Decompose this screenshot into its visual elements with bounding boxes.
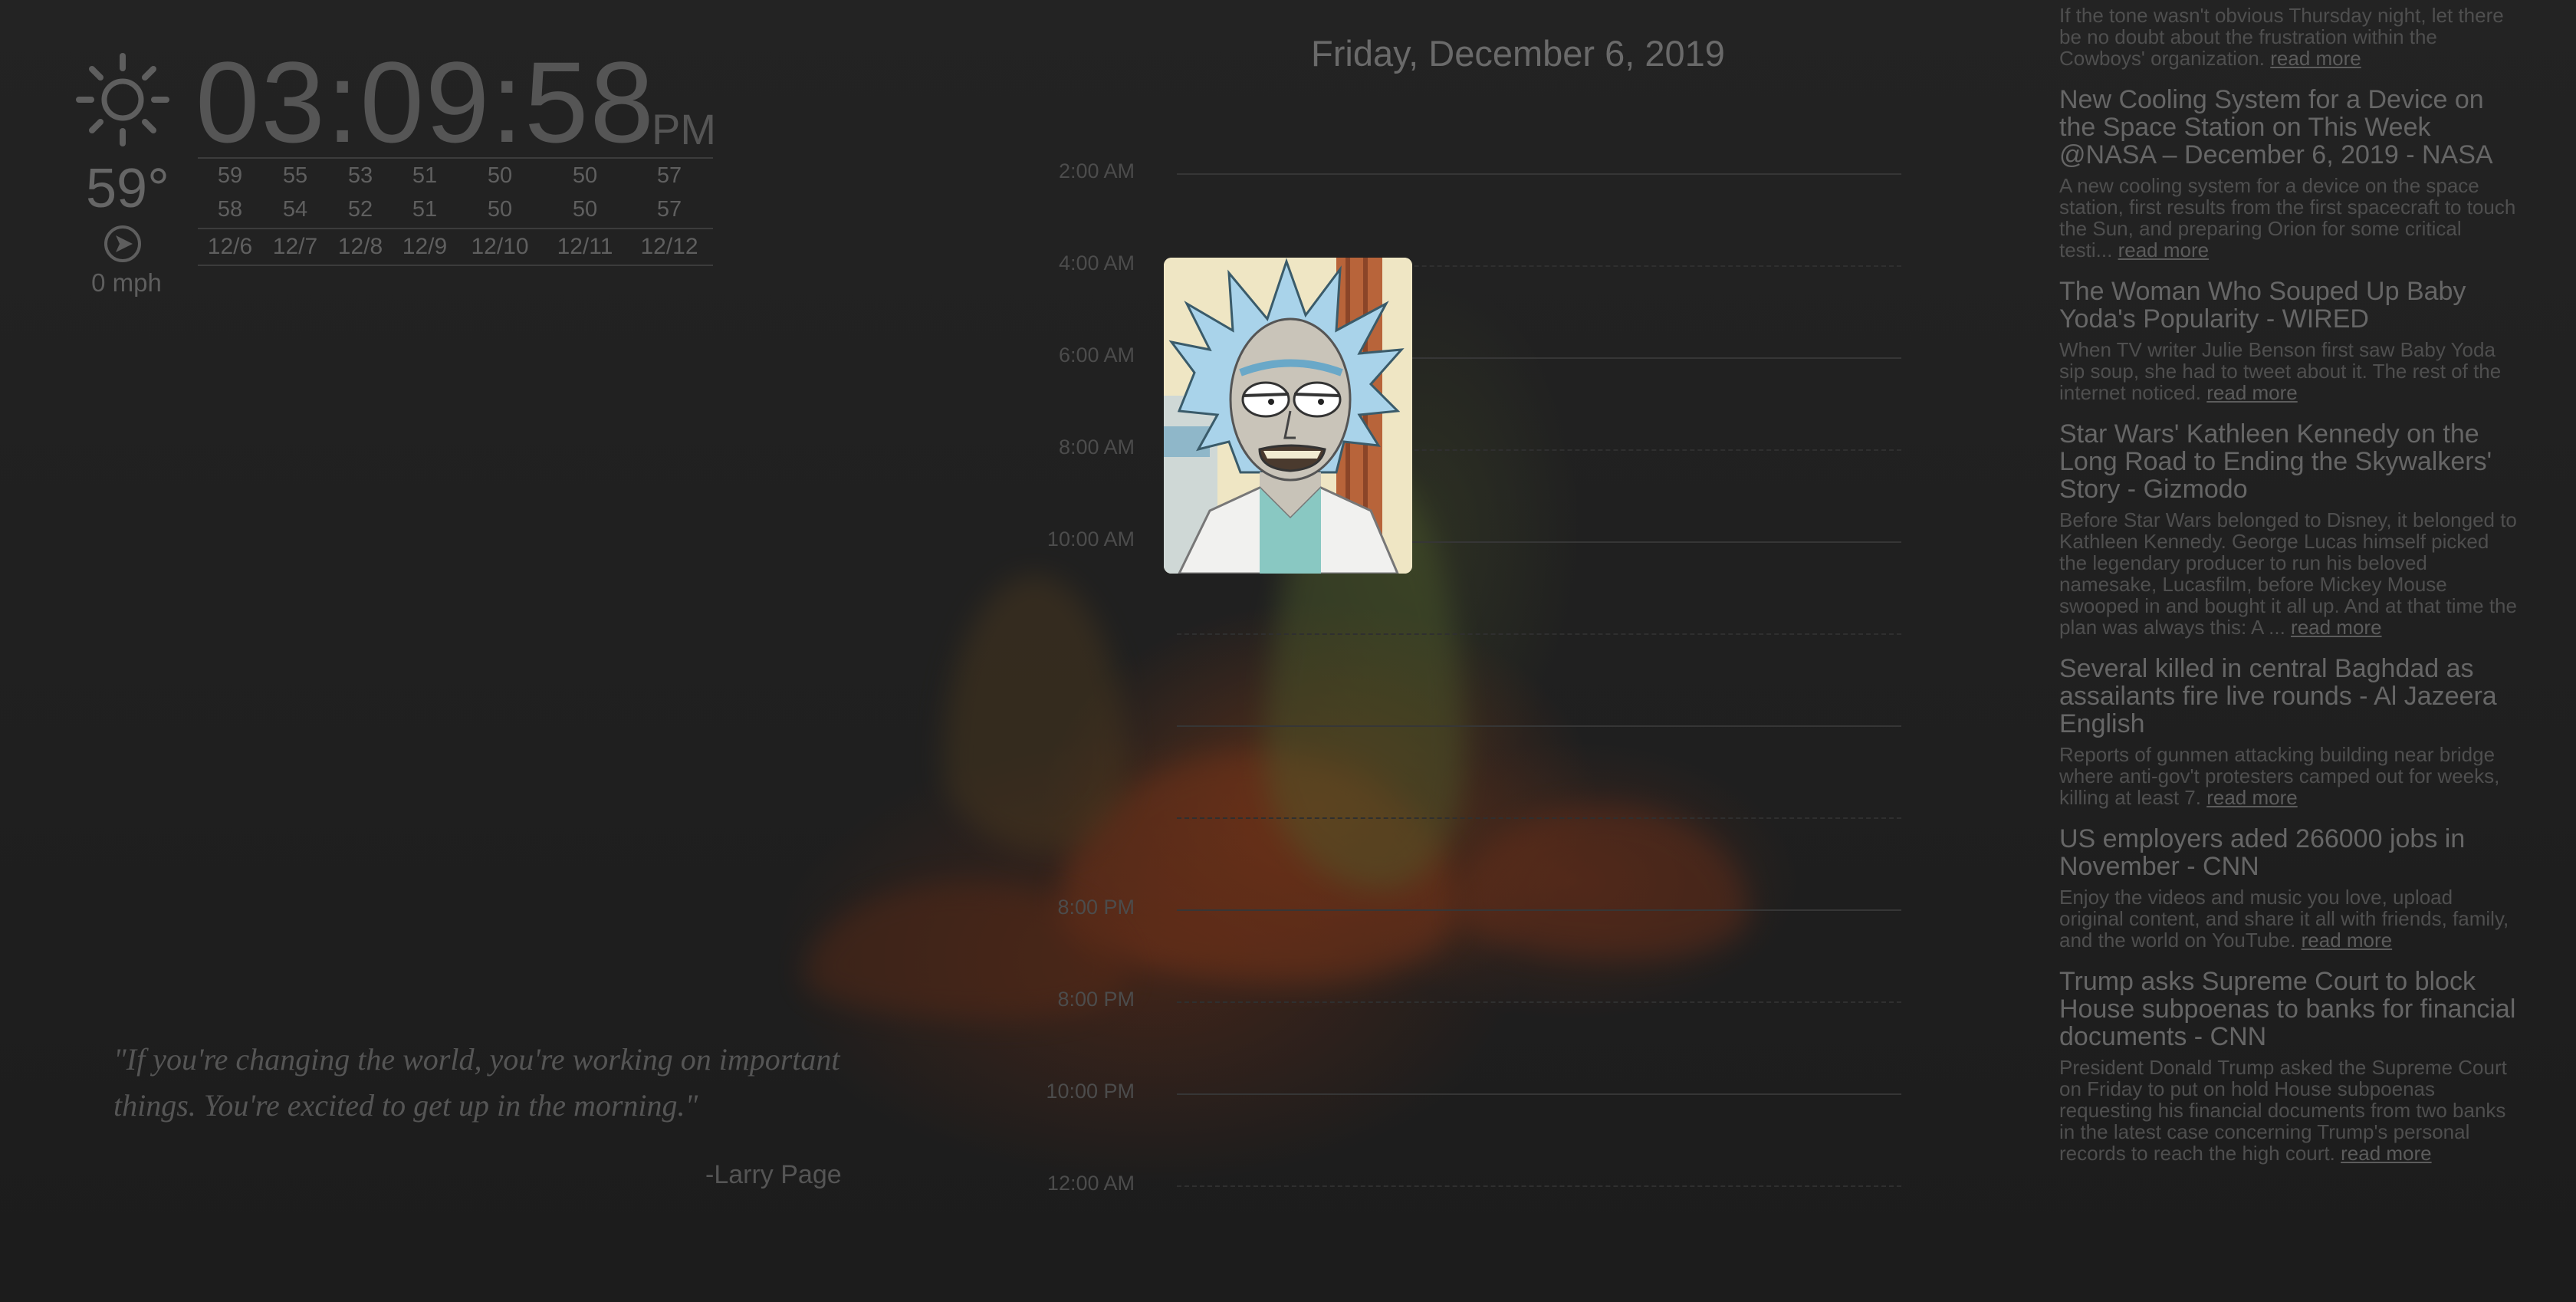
calendar-hour-row: 6:00 AM: [1027, 344, 1901, 367]
read-more-link[interactable]: read more: [2118, 238, 2210, 261]
forecast-low: 57: [656, 196, 682, 222]
wind-direction-icon: [104, 225, 141, 262]
calendar-hour-line: [1177, 725, 1901, 727]
calendar-hour-row: 8:00 AM: [1027, 436, 1901, 459]
calendar-hour-line: [1177, 1185, 1901, 1187]
forecast-dates-row: 12/6 12/7 12/8 12/9 12/10 12/11 12/12: [198, 228, 713, 266]
calendar-hour-label: 10:00 AM: [1046, 528, 1135, 551]
calendar-hour-row: [1027, 633, 1901, 635]
calendar-hour-row: 2:00 AM: [1027, 159, 1901, 182]
forecast-high: 50: [487, 163, 513, 188]
news-title[interactable]: US employers aded 266000 jobs in Novembe…: [2059, 825, 2519, 880]
sun-icon: [76, 53, 169, 146]
news-item: Several killed in central Baghdad as ass…: [2059, 655, 2519, 808]
forecast-low: 51: [412, 196, 438, 222]
forecast-low: 50: [572, 196, 598, 222]
forecast-lows-row: 58 54 52 51 50 50 57: [198, 192, 713, 226]
forecast-low: 50: [487, 196, 513, 222]
news-title[interactable]: Several killed in central Baghdad as ass…: [2059, 655, 2519, 738]
forecast-low: 52: [347, 196, 373, 222]
forecast-high: 50: [572, 163, 598, 188]
forecast-table: 59 55 53 51 50 50 57 58 54 52 51 50 50 5…: [198, 157, 713, 266]
read-more-link[interactable]: read more: [2302, 929, 2393, 952]
calendar-hour-label: 8:00 PM: [1057, 988, 1135, 1011]
calendar-hour-row: 4:00 AM: [1027, 252, 1901, 275]
news-title[interactable]: Trump asks Supreme Court to block House …: [2059, 968, 2519, 1050]
news-item: Star Wars' Kathleen Kennedy on the Long …: [2059, 420, 2519, 638]
forecast-date: 12/9: [402, 234, 448, 259]
calendar-hour-row: 8:00 PM: [1027, 896, 1901, 919]
forecast-high: 51: [412, 163, 438, 188]
calendar-hour-line: [1177, 633, 1901, 635]
news-title[interactable]: New Cooling System for a Device on the S…: [2059, 86, 2519, 169]
news-title[interactable]: Star Wars' Kathleen Kennedy on the Long …: [2059, 420, 2519, 503]
date-title: Friday, December 6, 2019: [1311, 33, 1725, 74]
forecast-date: 12/8: [337, 234, 383, 259]
forecast-date: 12/10: [471, 234, 529, 259]
calendar-hour-label: 8:00 PM: [1057, 896, 1135, 919]
fire-glow: [943, 575, 1127, 851]
calendar-hour-line: [1177, 1001, 1901, 1003]
read-more-link[interactable]: read more: [2341, 1142, 2432, 1165]
forecast-date: 12/12: [640, 234, 698, 259]
clock-time: 03:09:58: [196, 38, 656, 166]
forecast-low: 54: [282, 196, 308, 222]
calendar-hour-row: 10:00 AM: [1027, 528, 1901, 551]
clock-ampm: PM: [652, 105, 716, 153]
forecast-low: 58: [217, 196, 243, 222]
news-item: New Cooling System for a Device on the S…: [2059, 86, 2519, 261]
dashboard-background: 59° 0 mph 03:09:58 PM 59 55 53 51 50 50 …: [0, 0, 2576, 1302]
calendar-hour-row: 10:00 PM: [1027, 1080, 1901, 1103]
calendar-hour-row: [1027, 725, 1901, 727]
news-description: Before Star Wars belonged to Disney, it …: [2059, 508, 2517, 639]
calendar-hour-row: 12:00 AM: [1027, 1172, 1901, 1195]
calendar-hour-row: [1027, 817, 1901, 819]
calendar-hour-label: 12:00 AM: [1046, 1172, 1135, 1195]
cartoon-portrait-image: [1164, 258, 1412, 574]
news-item: If the tone wasn't obvious Thursday nigh…: [2059, 5, 2519, 69]
photo-frame: [1164, 258, 1412, 574]
read-more-link[interactable]: read more: [2206, 381, 2298, 404]
read-more-link[interactable]: read more: [2206, 786, 2298, 809]
fire-glow: [1457, 805, 1748, 958]
calendar-hour-line: [1177, 1093, 1901, 1095]
quote-author: -Larry Page: [705, 1160, 842, 1189]
calendar-hour-line: [1177, 909, 1901, 911]
forecast-high: 53: [347, 163, 373, 188]
news-feed: If the tone wasn't obvious Thursday nigh…: [2059, 0, 2519, 1181]
calendar-hour-label: 8:00 AM: [1058, 436, 1135, 459]
news-item: US employers aded 266000 jobs in Novembe…: [2059, 825, 2519, 951]
forecast-date: 12/11: [557, 234, 613, 259]
news-title[interactable]: The Woman Who Souped Up Baby Yoda's Popu…: [2059, 278, 2519, 333]
calendar-hour-row: 8:00 PM: [1027, 988, 1901, 1011]
forecast-date: 12/7: [272, 234, 318, 259]
calendar-hour-line: [1177, 817, 1901, 819]
calendar-hour-line: [1177, 173, 1901, 175]
news-description: President Donald Trump asked the Supreme…: [2059, 1056, 2507, 1165]
calendar-hour-label: 10:00 PM: [1046, 1080, 1135, 1103]
news-item: The Woman Who Souped Up Baby Yoda's Popu…: [2059, 278, 2519, 403]
forecast-high: 57: [656, 163, 682, 188]
calendar-hour-label: 4:00 AM: [1058, 252, 1135, 275]
forecast-high: 55: [282, 163, 308, 188]
read-more-link[interactable]: read more: [2270, 47, 2361, 70]
forecast-high: 59: [217, 163, 243, 188]
forecast-highs-row: 59 55 53 51 50 50 57: [198, 159, 713, 192]
news-description: Enjoy the videos and music you love, upl…: [2059, 886, 2509, 952]
read-more-link[interactable]: read more: [2291, 616, 2382, 639]
news-item: Trump asks Supreme Court to block House …: [2059, 968, 2519, 1164]
calendar-hour-label: 2:00 AM: [1058, 159, 1135, 182]
wind-speed: 0 mph: [91, 268, 162, 297]
current-temperature: 59°: [86, 158, 169, 219]
calendar-hour-label: 6:00 AM: [1058, 344, 1135, 367]
quote-text: "If you're changing the world, you're wo…: [113, 1042, 840, 1123]
forecast-date: 12/6: [207, 234, 253, 259]
